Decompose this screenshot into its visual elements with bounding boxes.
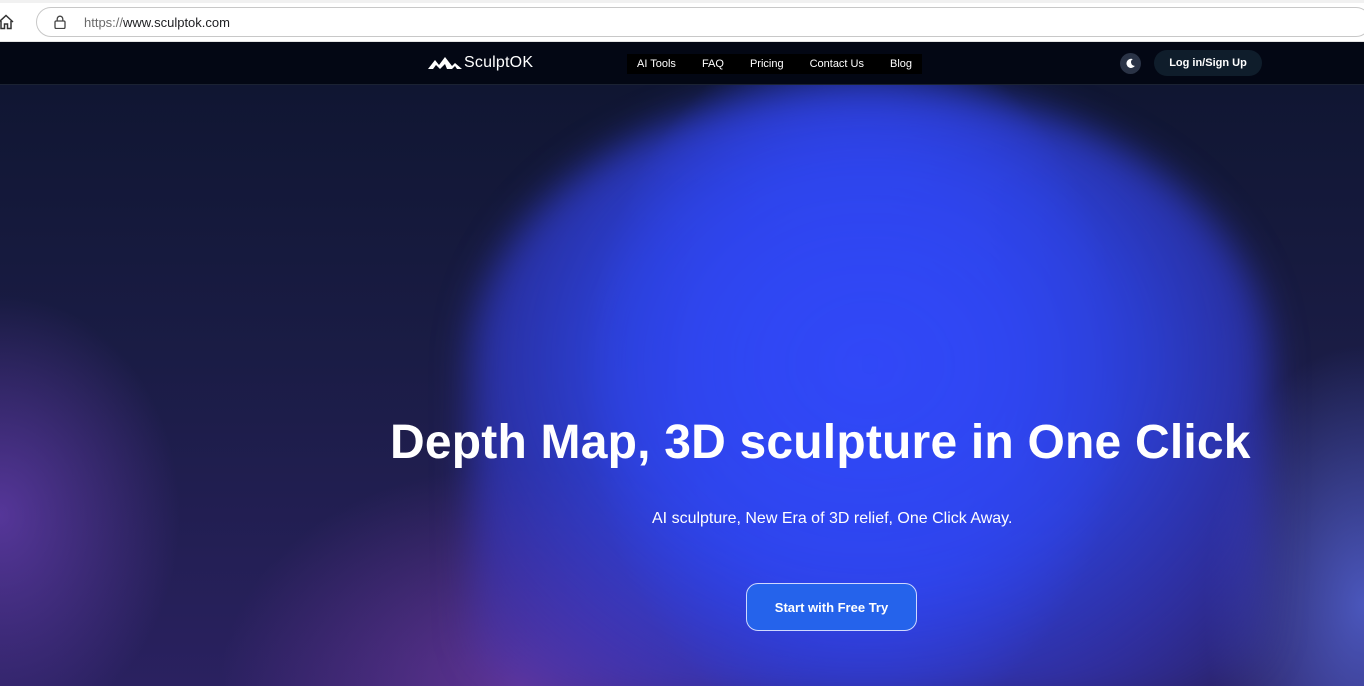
hero-section: Depth Map, 3D sculpture in One Click AI … <box>0 85 1364 686</box>
hero-title: Depth Map, 3D sculpture in One Click <box>390 416 1251 469</box>
nav-item-pricing[interactable]: Pricing <box>750 58 784 70</box>
nav-item-contact-us[interactable]: Contact Us <box>810 58 864 70</box>
address-bar[interactable]: https://www.sculptok.com <box>36 7 1364 37</box>
url-text[interactable]: https://www.sculptok.com <box>84 15 230 30</box>
url-host: www.sculptok.com <box>123 14 230 30</box>
url-scheme: https:// <box>84 14 124 30</box>
moon-icon <box>1126 58 1135 68</box>
logo-text: SculptOK <box>464 54 534 71</box>
mountain-logo-icon <box>428 57 462 69</box>
main-nav: AI Tools FAQ Pricing Contact Us Blog <box>627 54 923 74</box>
site-logo[interactable]: SculptOK <box>428 51 533 75</box>
home-icon <box>0 14 14 30</box>
nav-item-ai-tools[interactable]: AI Tools <box>637 58 676 70</box>
browser-toolbar: https://www.sculptok.com <box>0 0 1364 42</box>
hero-subtitle: AI sculpture, New Era of 3D relief, One … <box>652 510 1013 527</box>
nav-item-blog[interactable]: Blog <box>890 58 912 70</box>
login-signup-button[interactable]: Log in/Sign Up <box>1154 50 1262 76</box>
theme-toggle-button[interactable] <box>1120 53 1141 74</box>
nav-item-faq[interactable]: FAQ <box>702 58 724 70</box>
lock-icon[interactable] <box>54 14 68 30</box>
tab-strip <box>0 0 1364 3</box>
site-header: SculptOK AI Tools FAQ Pricing Contact Us… <box>0 42 1364 85</box>
start-free-try-button[interactable]: Start with Free Try <box>746 583 917 631</box>
home-button[interactable] <box>0 12 16 32</box>
